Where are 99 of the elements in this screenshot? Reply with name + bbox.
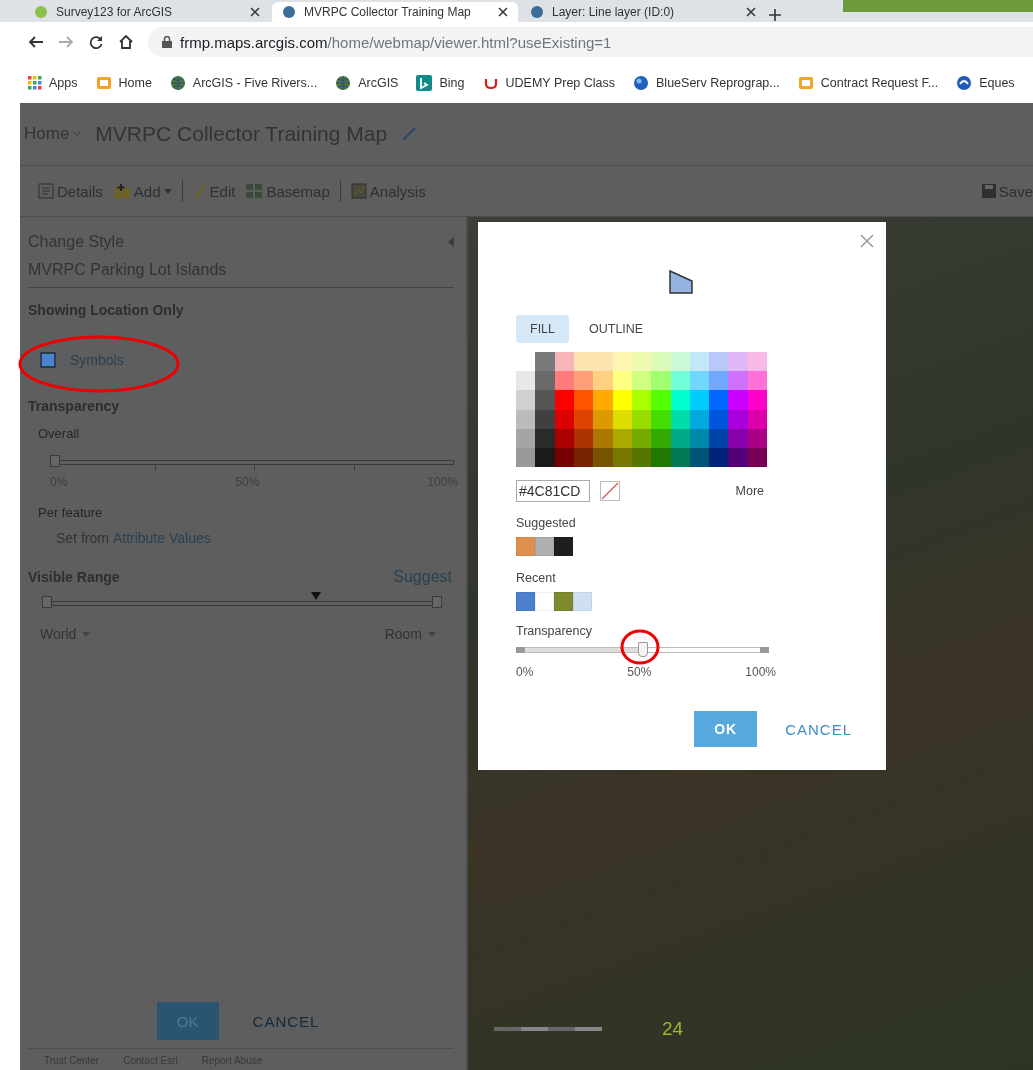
slider-thumb[interactable] — [637, 642, 648, 658]
page-favicon — [282, 5, 296, 19]
color-swatch[interactable] — [651, 371, 671, 391]
bookmark-link[interactable]: Eques — [956, 74, 1015, 91]
slider-handle[interactable] — [50, 454, 60, 467]
caret-icon — [428, 631, 436, 637]
bookmark-link[interactable]: BlueServ Reprograp... — [633, 74, 780, 91]
color-swatch[interactable] — [516, 371, 536, 391]
color-swatch[interactable] — [593, 371, 613, 391]
lock-icon — [162, 36, 172, 48]
add-icon — [112, 183, 131, 199]
per-feature-label: Per feature — [38, 505, 104, 520]
bookmark-link[interactable]: Apps — [28, 75, 78, 90]
hex-input[interactable]: #4C81CD — [516, 480, 590, 503]
color-swatch[interactable] — [535, 352, 555, 372]
chevron-icon — [72, 131, 82, 137]
caret-icon — [82, 631, 91, 637]
url-host: frmp.maps.arcgis.com — [180, 33, 328, 51]
page-favicon — [34, 5, 48, 19]
grid-icon — [245, 183, 264, 199]
reload-icon[interactable] — [88, 34, 104, 50]
transparency-label: Transparency — [516, 624, 593, 639]
color-swatch[interactable] — [709, 352, 729, 372]
color-swatch[interactable] — [554, 592, 573, 612]
folder-icon — [797, 74, 814, 91]
globe-icon — [169, 74, 186, 91]
bookmark-link[interactable]: UDEMY Prep Class — [482, 74, 616, 91]
map-label: 24 — [662, 1018, 684, 1040]
close-icon[interactable] — [498, 7, 508, 17]
cancel-button[interactable]: CANCEL — [785, 720, 852, 738]
home-icon[interactable] — [118, 34, 134, 50]
slider-handle[interactable] — [432, 595, 442, 608]
color-swatch[interactable] — [535, 371, 555, 391]
color-swatch[interactable] — [574, 371, 594, 391]
bookmark-link[interactable]: ArcGIS - Five Rivers... — [169, 74, 318, 91]
color-swatch[interactable] — [516, 537, 535, 557]
floppy-icon — [981, 184, 996, 198]
swirl-icon — [956, 74, 973, 91]
annotation-circle — [620, 629, 660, 665]
close-icon[interactable] — [250, 7, 260, 17]
color-swatch[interactable] — [574, 352, 594, 372]
browser-tab[interactable]: Layer: Line layer (ID:0) — [520, 2, 766, 22]
bookmark-link[interactable]: Bing — [416, 74, 465, 91]
color-swatch[interactable] — [651, 390, 671, 410]
color-swatch[interactable] — [574, 390, 594, 410]
b-logo-icon — [416, 74, 433, 91]
page-favicon — [530, 5, 544, 19]
symbol-tab[interactable]: OUTLINE — [575, 315, 658, 343]
color-swatch[interactable] — [516, 592, 535, 612]
globe-icon — [335, 74, 352, 91]
chart-icon — [350, 183, 367, 199]
caret-icon — [163, 188, 172, 194]
ok-button[interactable]: OK — [694, 711, 758, 748]
color-swatch[interactable] — [516, 390, 536, 410]
tick-label: 100% — [745, 665, 776, 680]
apps-grid-icon — [28, 75, 42, 90]
recent-label: Recent — [516, 571, 557, 586]
polygon-preview-icon — [669, 270, 695, 294]
pencil-icon[interactable] — [401, 126, 418, 142]
back-arrow-icon[interactable] — [28, 34, 44, 50]
color-swatch[interactable] — [651, 352, 671, 372]
color-swatch[interactable] — [709, 371, 729, 391]
color-palette[interactable] — [516, 352, 767, 468]
color-swatch[interactable] — [535, 390, 555, 410]
color-swatch[interactable] — [554, 537, 573, 557]
color-swatch[interactable] — [709, 390, 729, 410]
symbol-swatch[interactable] — [40, 352, 56, 368]
more-button[interactable]: More — [735, 484, 764, 499]
suggested-label: Suggested — [516, 516, 577, 531]
collapse-arrow-icon[interactable] — [448, 237, 454, 247]
color-swatch[interactable] — [573, 592, 592, 612]
color-swatch[interactable] — [593, 390, 613, 410]
color-swatch[interactable] — [728, 371, 748, 391]
tick-label: 0% — [516, 665, 534, 680]
color-swatch[interactable] — [535, 537, 554, 557]
slider-handle[interactable] — [42, 595, 52, 608]
bookmark-link[interactable]: ArcGIS — [335, 74, 399, 91]
address-bar[interactable]: frmp.maps.arcgis.com/home/webmap/viewer.html?useExisting=1 — [148, 27, 1033, 57]
color-swatch[interactable] — [593, 352, 613, 372]
forward-arrow-icon[interactable] — [58, 34, 74, 50]
url-path: /home/webmap/viewer.html?useExisting=1 — [327, 33, 612, 51]
pencil-icon — [192, 183, 207, 199]
bookmark-link[interactable]: Home — [95, 74, 152, 91]
browser-tab[interactable]: MVRPC Collector Training Map — [272, 2, 518, 22]
close-icon[interactable] — [746, 7, 756, 17]
no-color-icon[interactable] — [600, 481, 620, 502]
tick-label: 50% — [627, 665, 652, 680]
overall-label: Overall — [38, 426, 81, 441]
document-icon — [38, 183, 54, 199]
color-swatch[interactable] — [728, 390, 748, 410]
color-swatch[interactable] — [535, 592, 554, 612]
new-tab-icon[interactable] — [768, 8, 782, 22]
color-swatch[interactable] — [728, 352, 748, 372]
bookmark-link[interactable]: Contract Request F... — [797, 74, 939, 91]
sphere-icon — [633, 74, 650, 91]
symbol-tab[interactable]: FILL — [516, 315, 569, 343]
cancel-button[interactable]: CANCEL — [246, 1011, 326, 1031]
browser-tab[interactable]: Survey123 for ArcGIS — [24, 2, 270, 22]
folder-icon — [95, 74, 112, 91]
